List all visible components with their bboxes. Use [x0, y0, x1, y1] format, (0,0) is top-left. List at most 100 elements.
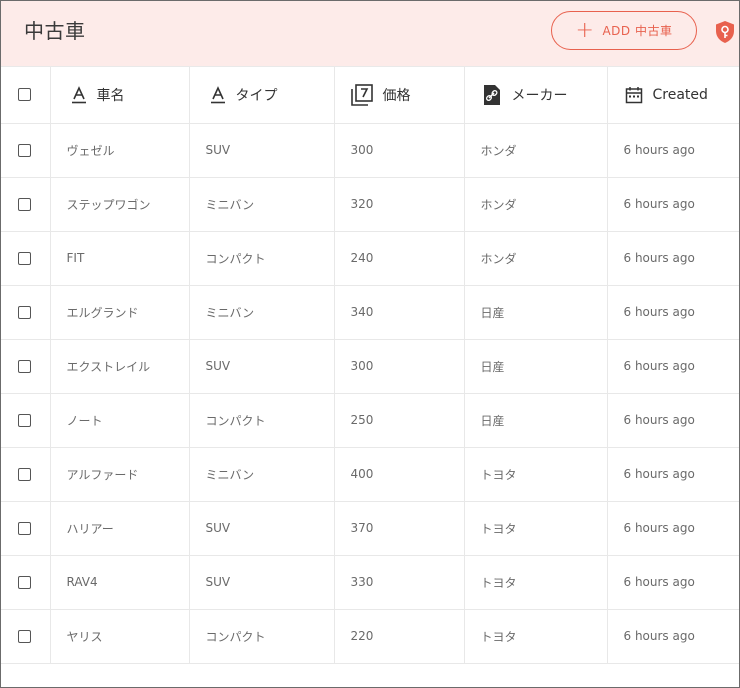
cell-price: 220 — [334, 609, 465, 664]
cell-type: ミニバン — [189, 177, 335, 232]
row-checkbox[interactable] — [18, 306, 31, 319]
cell-type: ミニバン — [189, 447, 335, 502]
column-header-name[interactable]: 車名 — [50, 67, 190, 124]
column-header-type[interactable]: タイプ — [189, 67, 335, 124]
table-header-row: 車名 タイプ 価格 メーカー Created — [1, 67, 739, 124]
page-title: 中古車 — [24, 19, 86, 43]
column-label-type: タイプ — [235, 87, 278, 104]
select-all-cell — [1, 67, 51, 124]
cell-name: エルグランド — [50, 285, 190, 340]
relation-link-icon — [483, 84, 500, 105]
table-row[interactable]: ヴェゼル SUV 300 ホンダ 6 hours ago — [1, 123, 739, 178]
cell-type: SUV — [189, 339, 335, 394]
cell-name: ハリアー — [50, 501, 190, 556]
cell-created: 6 hours ago — [607, 393, 739, 448]
cell-created: 6 hours ago — [607, 555, 739, 610]
cell-price: 320 — [334, 177, 465, 232]
cell-price: 400 — [334, 447, 465, 502]
column-header-maker[interactable]: メーカー — [464, 67, 608, 124]
column-label-created: Created — [652, 86, 708, 103]
row-select-cell — [1, 393, 51, 448]
cell-maker: 日産 — [464, 393, 608, 448]
cell-created: 6 hours ago — [607, 285, 739, 340]
page-header: 中古車 + ADD 中古車 — [1, 1, 739, 67]
cell-created: 6 hours ago — [607, 123, 739, 178]
row-checkbox[interactable] — [18, 414, 31, 427]
row-select-cell — [1, 177, 51, 232]
cell-type: ミニバン — [189, 285, 335, 340]
cell-type: コンパクト — [189, 609, 335, 664]
column-header-created[interactable]: Created — [607, 67, 739, 124]
cell-price: 330 — [334, 555, 465, 610]
column-header-price[interactable]: 価格 — [334, 67, 465, 124]
cell-created: 6 hours ago — [607, 501, 739, 556]
cell-created: 6 hours ago — [607, 447, 739, 502]
cell-created: 6 hours ago — [607, 231, 739, 286]
cell-maker: 日産 — [464, 285, 608, 340]
cell-price: 250 — [334, 393, 465, 448]
row-select-cell — [1, 609, 51, 664]
calendar-icon — [625, 86, 642, 103]
row-checkbox[interactable] — [18, 198, 31, 211]
row-select-cell — [1, 447, 51, 502]
row-checkbox[interactable] — [18, 144, 31, 157]
cell-name: ステップワゴン — [50, 177, 190, 232]
cell-name: アルファード — [50, 447, 190, 502]
column-label-name: 車名 — [96, 87, 125, 104]
row-select-cell — [1, 285, 51, 340]
app-window: 中古車 + ADD 中古車 車名 タイプ 価格 メーカー Created ヴェゼ… — [0, 0, 740, 688]
cell-created: 6 hours ago — [607, 609, 739, 664]
table-row[interactable]: エクストレイル SUV 300 日産 6 hours ago — [1, 339, 739, 394]
number-type-icon — [350, 83, 373, 106]
plus-icon: + — [575, 17, 595, 43]
text-type-icon — [210, 85, 225, 104]
text-type-icon — [71, 85, 86, 104]
cell-maker: ホンダ — [464, 123, 608, 178]
cell-price: 300 — [334, 123, 465, 178]
table-row[interactable]: ヤリス コンパクト 220 トヨタ 6 hours ago — [1, 609, 739, 664]
row-checkbox[interactable] — [18, 630, 31, 643]
cell-maker: トヨタ — [464, 609, 608, 664]
table-row[interactable]: アルファード ミニバン 400 トヨタ 6 hours ago — [1, 447, 739, 502]
cell-maker: トヨタ — [464, 555, 608, 610]
cell-maker: ホンダ — [464, 231, 608, 286]
row-checkbox[interactable] — [18, 522, 31, 535]
table-row[interactable]: ノート コンパクト 250 日産 6 hours ago — [1, 393, 739, 448]
row-select-cell — [1, 339, 51, 394]
cell-maker: ホンダ — [464, 177, 608, 232]
add-record-button[interactable]: + ADD 中古車 — [551, 11, 697, 50]
column-label-maker: メーカー — [511, 87, 568, 104]
cell-maker: トヨタ — [464, 501, 608, 556]
cell-name: ノート — [50, 393, 190, 448]
select-all-checkbox[interactable] — [18, 88, 31, 102]
cell-type: コンパクト — [189, 231, 335, 286]
row-select-cell — [1, 501, 51, 556]
table-row[interactable]: FIT コンパクト 240 ホンダ 6 hours ago — [1, 231, 739, 286]
cell-name: エクストレイル — [50, 339, 190, 394]
cell-price: 300 — [334, 339, 465, 394]
cell-price: 370 — [334, 501, 465, 556]
row-checkbox[interactable] — [18, 360, 31, 373]
table-row[interactable]: ステップワゴン ミニバン 320 ホンダ 6 hours ago — [1, 177, 739, 232]
cell-name: FIT — [50, 231, 190, 286]
add-button-label: ADD 中古車 — [602, 24, 673, 38]
column-label-price: 価格 — [382, 87, 411, 104]
row-select-cell — [1, 231, 51, 286]
cell-price: 240 — [334, 231, 465, 286]
table-row[interactable]: RAV4 SUV 330 トヨタ 6 hours ago — [1, 555, 739, 610]
row-checkbox[interactable] — [18, 468, 31, 481]
cell-maker: トヨタ — [464, 447, 608, 502]
row-checkbox[interactable] — [18, 576, 31, 589]
cell-maker: 日産 — [464, 339, 608, 394]
cell-name: ヴェゼル — [50, 123, 190, 178]
row-select-cell — [1, 555, 51, 610]
cell-name: ヤリス — [50, 609, 190, 664]
row-checkbox[interactable] — [18, 252, 31, 265]
records-table: 車名 タイプ 価格 メーカー Created ヴェゼル SUV 300 ホンダ … — [1, 67, 739, 664]
table-row[interactable]: エルグランド ミニバン 340 日産 6 hours ago — [1, 285, 739, 340]
shield-key-icon[interactable] — [714, 20, 736, 44]
table-row[interactable]: ハリアー SUV 370 トヨタ 6 hours ago — [1, 501, 739, 556]
cell-type: SUV — [189, 555, 335, 610]
row-select-cell — [1, 123, 51, 178]
cell-price: 340 — [334, 285, 465, 340]
